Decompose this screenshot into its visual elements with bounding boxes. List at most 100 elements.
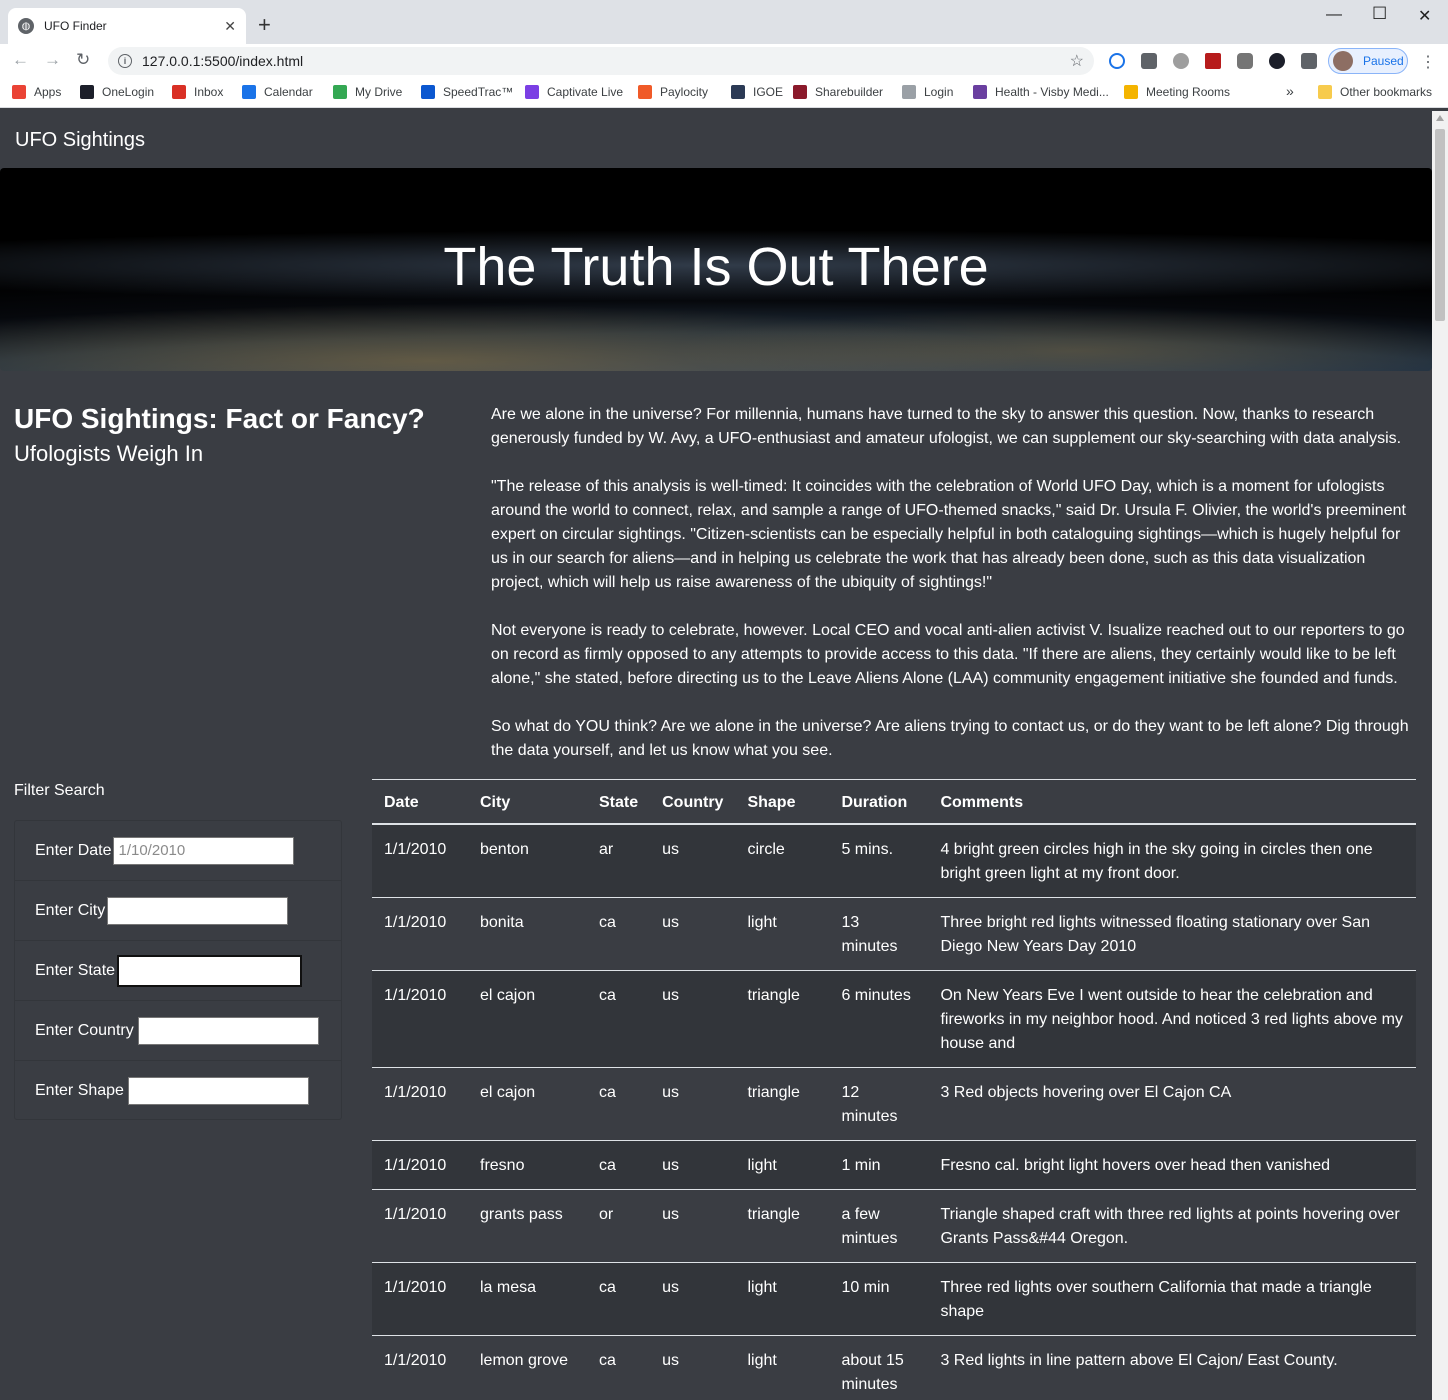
new-tab-button[interactable]: + — [258, 12, 271, 38]
bookmark-label: OneLogin — [102, 85, 155, 99]
browser-menu-icon[interactable]: ⋮ — [1420, 52, 1436, 72]
comments-cell: 3 Red lights in line pattern above El Ca… — [928, 1335, 1416, 1400]
state-label: Enter State — [35, 961, 116, 979]
meeting-rooms-icon — [1124, 85, 1138, 99]
bookmark-label: Sharebuilder — [815, 85, 884, 99]
country-cell: us — [650, 1189, 736, 1263]
bookmark-label: Health - Visby Medi... — [995, 85, 1109, 99]
article-paragraph: Not everyone is ready to celebrate, howe… — [491, 622, 1405, 687]
date-input[interactable] — [113, 836, 295, 865]
bookmark-item[interactable]: OneLogin — [80, 85, 154, 99]
extensions-puzzle-icon[interactable] — [1301, 53, 1317, 69]
intro-heading-block: UFO Sightings: Fact or Fancy? Ufologists… — [14, 403, 425, 467]
site-brand[interactable]: UFO Sightings — [15, 129, 145, 152]
shape-cell: light — [735, 1335, 830, 1400]
extension-circle-icon[interactable] — [1173, 53, 1189, 69]
bookmark-item[interactable]: Calendar — [242, 85, 313, 99]
page-subtitle: Ufologists Weigh In — [14, 441, 204, 466]
other-bookmarks-folder[interactable]: Other bookmarks — [1318, 85, 1432, 99]
scrollbar-thumb[interactable] — [1435, 129, 1445, 321]
extension-shield-icon[interactable] — [1141, 53, 1157, 69]
page-content: UFO Sightings The Truth Is Out There UFO… — [0, 111, 1432, 1400]
extension-block-icon[interactable] — [1109, 53, 1125, 69]
visby-icon — [973, 85, 987, 99]
bookmark-item[interactable]: Sharebuilder — [793, 85, 883, 99]
bookmark-item[interactable]: Inbox — [172, 85, 223, 99]
bookmark-label: Inbox — [194, 85, 224, 99]
browser-tab-strip: ◍ UFO Finder ✕ + — ☐ ✕ — [0, 0, 1448, 44]
city-cell: lemon grove — [468, 1335, 587, 1400]
scroll-up-arrow-icon[interactable] — [1436, 115, 1444, 121]
bookmark-label: Captivate Live — [547, 85, 624, 99]
country-cell: us — [650, 1067, 736, 1141]
bookmark-item[interactable]: Health - Visby Medi... — [973, 85, 1109, 99]
igoe-icon — [731, 85, 745, 99]
country-input[interactable] — [137, 1016, 319, 1045]
extension-pdf-icon[interactable] — [1205, 53, 1221, 69]
shape-cell: circle — [735, 823, 830, 898]
back-arrow-icon[interactable]: ← — [12, 50, 29, 70]
duration-cell: about 15 minutes — [829, 1335, 929, 1400]
filter-city-row: Enter City — [15, 881, 341, 941]
window-close-icon[interactable]: ✕ — [1418, 6, 1431, 26]
shape-cell: light — [735, 897, 830, 971]
bookmark-item[interactable]: Meeting Rooms — [1124, 85, 1230, 99]
state-cell: ca — [587, 1262, 651, 1336]
address-bar[interactable]: i 127.0.0.1:5500/index.html ☆ — [108, 47, 1094, 75]
country-cell: us — [650, 897, 736, 971]
minimize-icon[interactable]: — — [1326, 6, 1342, 24]
bookmark-item[interactable]: SpeedTrac™ — [421, 85, 513, 99]
browser-tab[interactable]: ◍ UFO Finder ✕ — [8, 8, 246, 44]
folder-icon — [1318, 85, 1332, 99]
url-text[interactable]: 127.0.0.1:5500/index.html — [142, 53, 1070, 69]
city-cell: benton — [468, 823, 587, 898]
page-scrollbar[interactable] — [1432, 111, 1448, 1400]
reload-icon[interactable]: ↻ — [76, 50, 90, 70]
profile-button[interactable]: Paused — [1328, 48, 1408, 74]
date-cell: 1/1/2010 — [372, 1335, 468, 1400]
filter-list: Enter Date Enter City Enter State Enter … — [14, 820, 342, 1120]
comments-cell: On New Years Eve I went outside to hear … — [928, 970, 1416, 1068]
bookmark-item[interactable]: Apps — [12, 85, 61, 99]
paylocity-icon — [638, 85, 652, 99]
apps-grid-icon — [12, 85, 26, 99]
city-label: Enter City — [35, 901, 106, 919]
bookmark-item[interactable]: Captivate Live — [525, 85, 623, 99]
bookmark-label: Calendar — [264, 85, 313, 99]
ufo-table: Date City State Country Shape Duration C… — [372, 779, 1416, 1400]
extension-onelogin-icon[interactable] — [1269, 53, 1285, 69]
forward-arrow-icon[interactable]: → — [44, 50, 61, 70]
country-label: Enter Country — [35, 1021, 134, 1039]
duration-cell: 10 min — [829, 1262, 929, 1336]
speedtrac-icon — [421, 85, 435, 99]
bookmark-item[interactable]: IGOE — [731, 85, 783, 99]
state-input[interactable] — [117, 954, 303, 987]
bookmark-label: Login — [924, 85, 954, 99]
duration-cell: 1 min — [829, 1140, 929, 1190]
maximize-icon[interactable]: ☐ — [1372, 4, 1387, 24]
site-info-icon[interactable]: i — [118, 54, 132, 68]
bookmark-star-icon[interactable]: ☆ — [1070, 51, 1084, 71]
city-input[interactable] — [107, 896, 289, 925]
comments-cell: 4 bright green circles high in the sky g… — [928, 823, 1416, 898]
bookmark-item[interactable]: Paylocity — [638, 85, 708, 99]
tab-close-icon[interactable]: ✕ — [224, 18, 236, 35]
bookmarks-bar: Apps OneLogin Inbox Calendar My Drive SpeedTr… — [0, 78, 1448, 108]
bookmark-item[interactable]: My Drive — [333, 85, 402, 99]
state-cell: ca — [587, 1067, 651, 1141]
column-header-country: Country — [650, 779, 736, 825]
date-cell: 1/1/2010 — [372, 1189, 468, 1263]
bookmark-label: IGOE — [753, 85, 784, 99]
state-cell: ca — [587, 1335, 651, 1400]
shape-input[interactable] — [127, 1077, 309, 1105]
table-row: 1/1/2010 el cajon ca us triangle 12 minutes 3 … — [372, 1067, 1416, 1141]
more-bookmarks-chevron-icon[interactable]: » — [1286, 83, 1294, 99]
profile-status: Paused — [1363, 54, 1404, 68]
date-cell: 1/1/2010 — [372, 823, 468, 898]
comments-cell: Three red lights over southern Californi… — [928, 1262, 1416, 1336]
country-cell: us — [650, 970, 736, 1068]
bookmark-label: SpeedTrac™ — [443, 85, 514, 99]
extension-cloud-icon[interactable] — [1237, 53, 1253, 69]
column-header-city: City — [468, 779, 587, 825]
bookmark-item[interactable]: Login — [902, 85, 953, 99]
